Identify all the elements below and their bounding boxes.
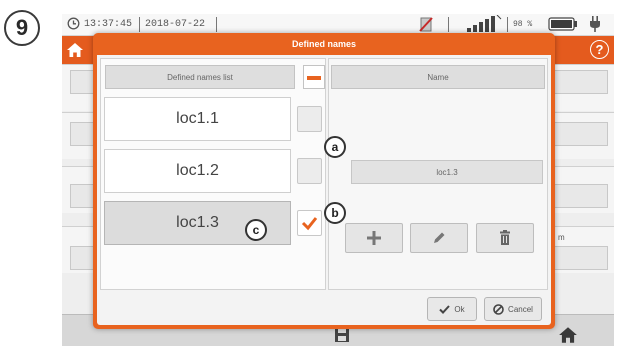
help-icon[interactable]: ? [590,40,609,59]
callout-a: a [324,136,346,158]
status-time: 13:37:45 [84,19,133,30]
status-date: 2018-07-22 [145,19,206,30]
check-icon [439,304,451,314]
plus-icon [367,231,381,245]
cancel-button[interactable]: Cancel [484,297,542,321]
status-divider [448,17,449,32]
background-label: m [558,233,565,242]
status-divider [139,17,140,32]
home-icon[interactable] [558,325,578,346]
ok-label: Ok [454,304,465,314]
save-icon[interactable] [334,327,350,346]
status-divider [216,17,217,32]
pencil-icon [434,232,445,243]
home-icon[interactable] [66,41,84,64]
clock-icon [67,17,80,34]
dialog-title: Defined names [291,39,357,49]
list-item[interactable]: loc1.2 [104,149,291,193]
defined-names-dialog: Defined names Defined names list loc1.1 … [93,33,555,329]
item-checkbox-checked[interactable] [297,210,322,236]
ok-button[interactable]: Ok [427,297,477,321]
edit-name-button[interactable] [410,223,468,253]
cancel-icon [493,303,504,315]
callout-b: b [324,202,346,224]
callout-c: c [245,219,267,241]
step-number: 9 [4,10,40,46]
item-checkbox[interactable] [297,158,322,184]
list-item[interactable]: loc1.1 [104,97,291,141]
dialog-body: Defined names list loc1.1 loc1.2 loc1.3 … [97,55,551,325]
status-divider [507,17,508,32]
select-all-checkbox[interactable] [303,65,325,89]
plug-icon [589,16,601,36]
check-icon [301,217,318,231]
list-header: Defined names list [105,65,295,89]
cancel-label: Cancel [508,304,533,314]
name-input[interactable]: loc1.3 [351,160,543,184]
name-header: Name [331,65,545,89]
delete-name-button[interactable] [476,223,534,253]
add-name-button[interactable] [345,223,403,253]
item-checkbox[interactable] [297,106,322,132]
trash-icon [500,230,510,245]
battery-percent: 98 % [513,20,533,29]
list-item-label: loc1.3 [176,214,219,231]
